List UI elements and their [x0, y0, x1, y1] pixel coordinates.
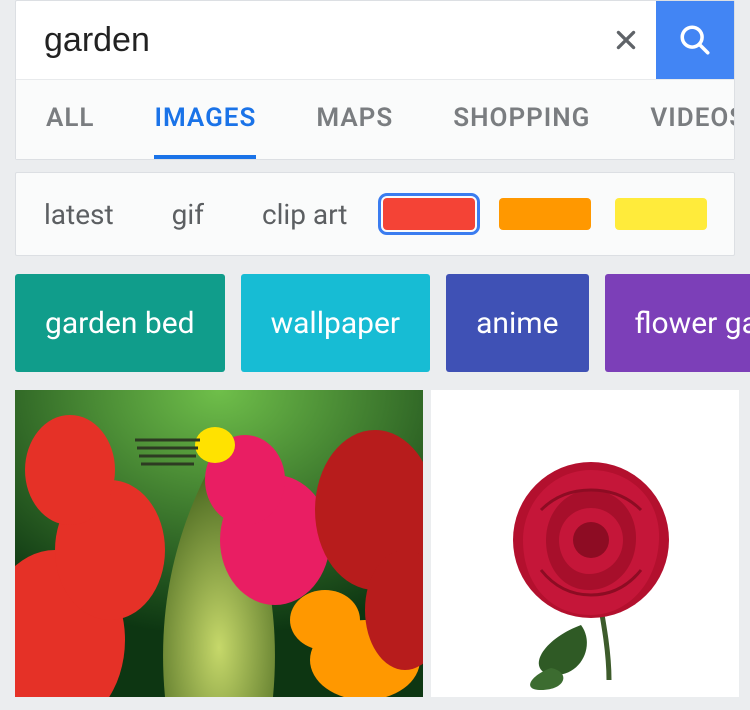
tab-shopping[interactable]: SHOPPING	[453, 80, 590, 159]
color-swatch-red[interactable]	[383, 198, 475, 230]
suggestion-chips: garden bed wallpaper anime flower garden	[0, 274, 750, 390]
clear-button[interactable]	[596, 1, 656, 79]
search-button[interactable]	[656, 1, 734, 79]
search-input[interactable]	[16, 1, 596, 79]
close-icon	[613, 27, 639, 53]
color-swatch-orange[interactable]	[499, 198, 591, 230]
tab-videos[interactable]: VIDEOS	[650, 80, 734, 159]
chip-garden-bed[interactable]: garden bed	[15, 274, 225, 372]
result-thumbnail[interactable]	[15, 390, 423, 697]
search-icon	[678, 23, 712, 57]
filter-gif[interactable]: gif	[172, 198, 204, 231]
image-results	[0, 390, 750, 697]
chip-wallpaper[interactable]: wallpaper	[241, 274, 431, 372]
tabs: ALL IMAGES MAPS SHOPPING VIDEOS	[16, 79, 734, 159]
tab-images[interactable]: IMAGES	[154, 80, 256, 159]
tab-all[interactable]: ALL	[46, 80, 94, 159]
filter-clip-art[interactable]: clip art	[262, 198, 348, 231]
chip-anime[interactable]: anime	[446, 274, 588, 372]
chip-flower-garden[interactable]: flower garden	[605, 274, 750, 372]
color-swatch-yellow[interactable]	[615, 198, 707, 230]
thumbnail-image	[431, 390, 739, 697]
top-card: ALL IMAGES MAPS SHOPPING VIDEOS	[15, 0, 735, 160]
search-bar	[16, 1, 734, 79]
result-thumbnail[interactable]	[431, 390, 739, 697]
filter-latest[interactable]: latest	[44, 198, 114, 231]
tab-maps[interactable]: MAPS	[316, 80, 393, 159]
filter-bar: latest gif clip art	[15, 172, 735, 256]
thumbnail-image	[15, 390, 423, 697]
